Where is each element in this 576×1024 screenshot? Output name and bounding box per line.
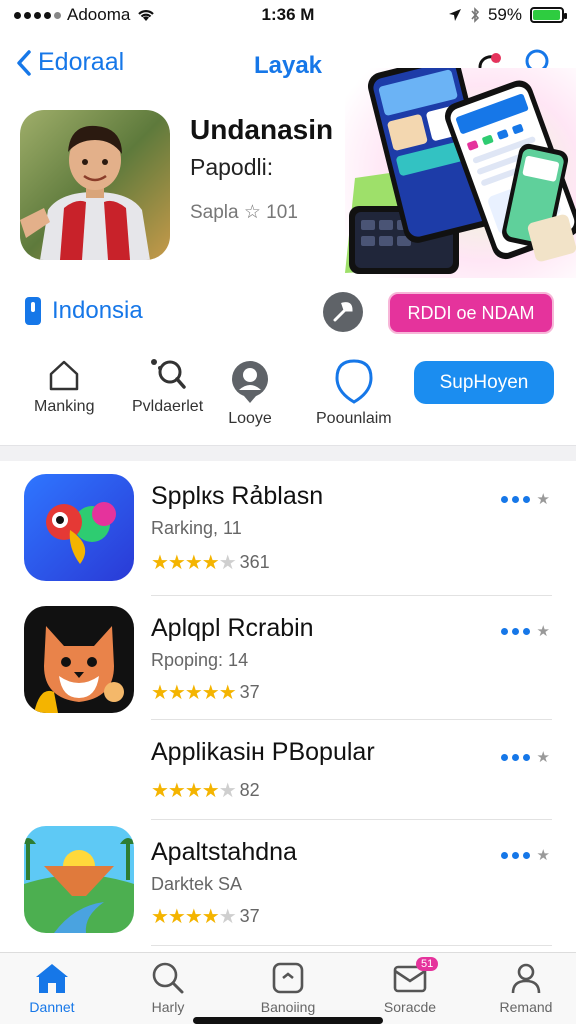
battery-percent: 59% <box>487 5 522 24</box>
magnify-icon <box>150 359 186 389</box>
star-icon: ★ <box>536 623 550 640</box>
person-icon <box>511 963 541 994</box>
region-label: Indonsia <box>52 297 143 324</box>
rating-stars: ★★★★ ★ 82 <box>151 780 260 802</box>
region-selector[interactable]: Indonsia <box>24 296 143 326</box>
tab-label: Harly <box>151 999 185 1015</box>
promo-button[interactable]: RDDI oe NDAM <box>388 292 554 334</box>
list-item[interactable]: Aplqpl Rcrabin Rpoping: 14 ★★★★★ 37 ★ <box>0 606 576 720</box>
featured-app-subtitle: Papodli: <box>190 154 274 180</box>
featured-app-title: Undanasin <box>190 114 334 145</box>
landscape-app-icon[interactable] <box>24 826 134 933</box>
more-options-button[interactable]: ★ <box>500 490 550 508</box>
app-name: Applikasiн PBopular <box>151 738 375 766</box>
tools-button[interactable] <box>323 292 363 332</box>
app-name: Apaltstahdna <box>151 838 297 866</box>
rating-count: 361 <box>239 552 270 572</box>
section-divider <box>0 445 576 461</box>
category-label: Pvldaerlet <box>132 398 204 415</box>
divider <box>151 819 552 820</box>
battery-icon <box>530 7 567 23</box>
house-icon <box>49 360 79 391</box>
star-icon: ★ <box>536 749 550 766</box>
category-label: Looye <box>228 410 272 427</box>
list-item[interactable]: Applikasiн PBopular ★★★★ ★ 82 ★ <box>0 738 576 822</box>
featured-app-photo[interactable] <box>20 110 170 260</box>
location-arrow-icon <box>448 9 461 21</box>
bluetooth-icon <box>471 7 480 23</box>
category-community[interactable]: Poounlaim <box>316 358 392 428</box>
featured-app-rating: Saplа ☆ 101 <box>190 202 298 223</box>
more-options-button[interactable]: ★ <box>500 846 550 864</box>
rating-count: 37 <box>239 682 260 702</box>
rating-count: 82 <box>239 780 260 800</box>
category-ranking[interactable]: Manking <box>34 358 94 416</box>
star-icon: ★ <box>536 847 550 864</box>
divider <box>151 595 552 596</box>
app-name: Spplкs Rảblasn <box>151 482 324 510</box>
chat-icon <box>335 359 373 404</box>
category-discover[interactable]: Pvldaerlet <box>132 356 203 416</box>
list-item[interactable]: Apaltstahdna Darktek SA ★★★★ ★ 37 ★ <box>0 826 576 946</box>
tab-label: Dannet <box>29 999 75 1015</box>
search-icon <box>152 962 184 994</box>
tab-inbox[interactable]: 51 Soracde <box>360 957 460 1015</box>
fox-app-icon[interactable] <box>24 606 134 713</box>
empty-stars: ★ <box>218 780 237 802</box>
tab-label: Banoiing <box>260 999 316 1015</box>
tab-label: Remand <box>499 999 553 1015</box>
tab-bar: Dannet Harly Banoiing 51 Soracde Remand <box>0 952 576 1024</box>
app-name: Aplqpl Rcrabin <box>151 614 314 642</box>
list-item[interactable]: Spplкs Rảblasn Rarking, 11 ★★★★ ★ 361 ★ <box>0 474 576 596</box>
home-icon <box>36 964 68 993</box>
pin-icon <box>232 361 268 403</box>
status-bar: Adooma 1:36 M 59% <box>0 0 576 30</box>
category-location[interactable]: Looye <box>227 358 273 428</box>
rating-count: 37 <box>239 906 260 926</box>
empty-stars: ★ <box>218 906 237 928</box>
wrench-icon <box>333 302 353 322</box>
star-icon: ★ <box>536 491 550 508</box>
category-label: Poounlaim <box>316 410 392 427</box>
empty-stars: ★ <box>218 552 237 574</box>
phone-mockup-illustration <box>345 55 576 278</box>
tab-profile[interactable]: Remand <box>476 961 576 1015</box>
rating-stars: ★★★★★37 <box>151 906 260 928</box>
phone-icon <box>25 297 41 325</box>
screen-icon <box>272 962 304 994</box>
more-options-button[interactable]: ★ <box>500 622 550 640</box>
app-meta: Darktek SA <box>151 874 243 894</box>
parrot-app-icon[interactable] <box>24 474 134 581</box>
tab-home[interactable]: Dannet <box>2 961 102 1015</box>
divider <box>151 719 552 720</box>
notification-badge: 51 <box>416 957 439 971</box>
tab-label: Soracde <box>383 999 437 1015</box>
home-indicator <box>193 1017 383 1024</box>
tab-screen[interactable]: Banoiing <box>238 961 338 1015</box>
support-button[interactable]: SupHoyen <box>414 361 554 404</box>
rating-stars: ★★★★ ★ 361 <box>151 552 270 574</box>
tab-search[interactable]: Harly <box>118 961 218 1015</box>
divider <box>151 945 552 946</box>
app-meta: Rarking, 11 <box>151 518 242 538</box>
category-label: Manking <box>34 398 95 415</box>
app-meta: Rpoping: 14 <box>151 650 249 670</box>
rating-stars: ★★★★★37 <box>151 682 260 704</box>
more-options-button[interactable]: ★ <box>500 748 550 766</box>
